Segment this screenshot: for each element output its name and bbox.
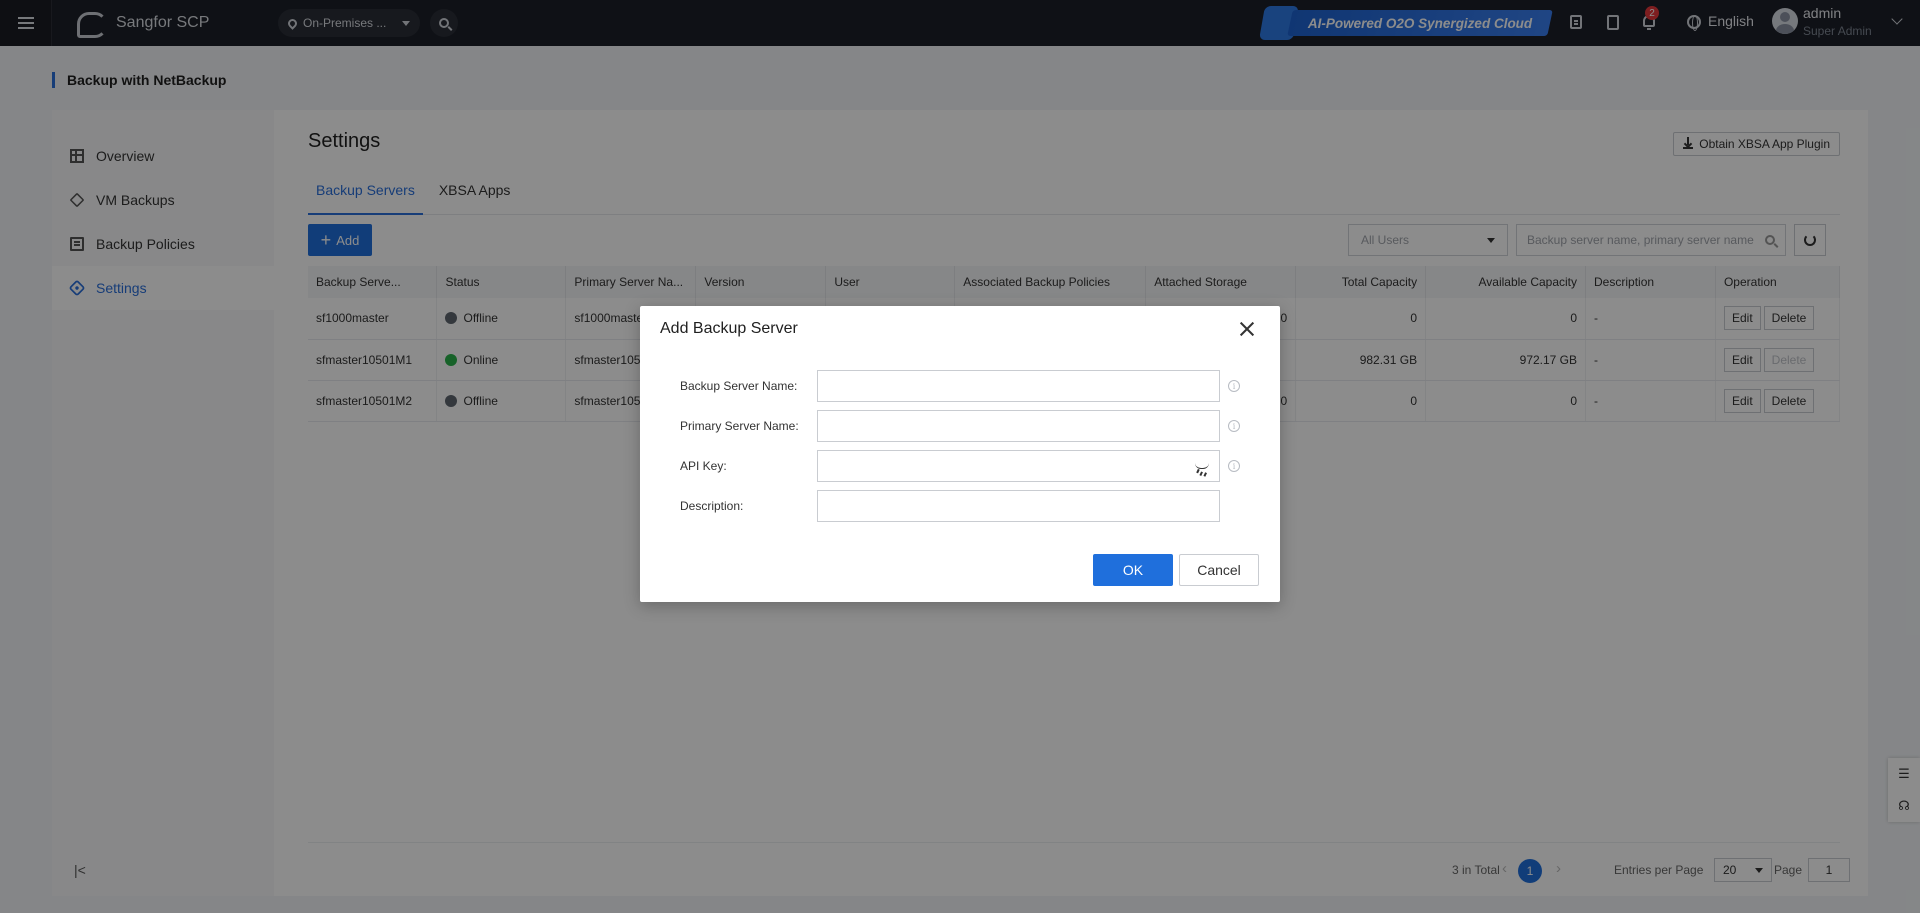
- backup-server-name-input[interactable]: [817, 370, 1220, 402]
- info-icon[interactable]: i: [1228, 420, 1240, 432]
- add-backup-server-dialog: Add Backup Server Backup Server Name: i …: [640, 306, 1280, 602]
- field-row-backup-server-name: Backup Server Name: i: [680, 370, 1240, 402]
- dialog-title: Add Backup Server: [660, 320, 798, 337]
- api-key-input[interactable]: [817, 450, 1220, 482]
- info-icon[interactable]: i: [1228, 460, 1240, 472]
- field-row-api-key: API Key: i: [680, 450, 1240, 482]
- eye-closed-icon[interactable]: [1195, 463, 1209, 469]
- ok-button[interactable]: OK: [1093, 554, 1173, 586]
- api-key-label: API Key:: [680, 459, 727, 473]
- field-row-primary-server-name: Primary Server Name: i: [680, 410, 1240, 442]
- cancel-button[interactable]: Cancel: [1179, 554, 1259, 586]
- info-icon[interactable]: i: [1228, 380, 1240, 392]
- primary-server-name-label: Primary Server Name:: [680, 419, 799, 433]
- close-icon[interactable]: [1238, 320, 1256, 338]
- primary-server-name-input[interactable]: [817, 410, 1220, 442]
- backup-server-name-label: Backup Server Name:: [680, 379, 798, 393]
- field-row-description: Description:: [680, 490, 1240, 522]
- description-input[interactable]: [817, 490, 1220, 522]
- description-label: Description:: [680, 499, 744, 513]
